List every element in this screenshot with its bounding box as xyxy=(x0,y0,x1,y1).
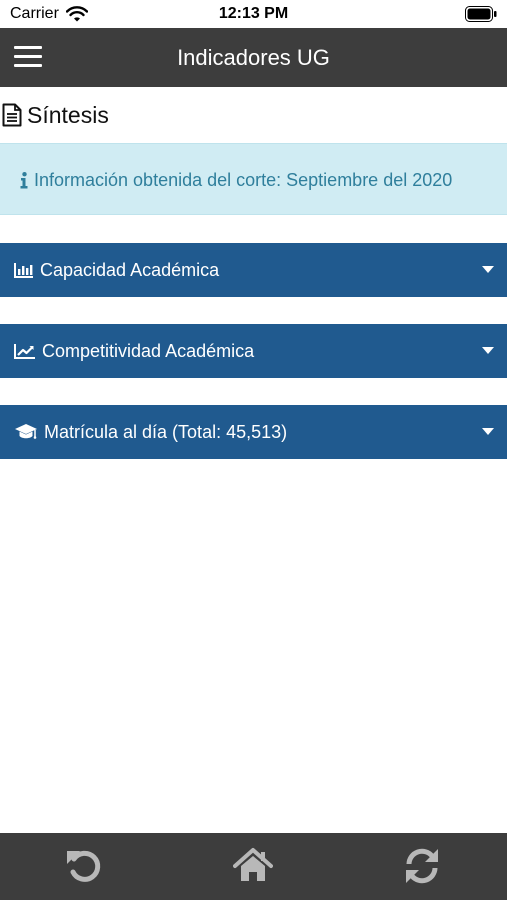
accordion-label: Capacidad Académica xyxy=(40,259,220,280)
refresh-icon[interactable] xyxy=(402,846,442,886)
status-bar: Carrier 12:13 PM xyxy=(0,0,507,28)
accordion-capacidad-academica[interactable]: Capacidad Académica xyxy=(0,243,507,297)
bottom-toolbar xyxy=(0,833,507,900)
page-title: Indicadores UG xyxy=(177,45,330,70)
accordion-competitividad-academica[interactable]: Competitividad Académica xyxy=(0,324,507,378)
info-icon xyxy=(20,172,28,189)
section-title: Síntesis xyxy=(2,101,109,129)
undo-icon[interactable] xyxy=(65,846,105,886)
home-icon[interactable] xyxy=(233,846,273,886)
chevron-down-icon xyxy=(482,428,494,435)
nav-bar: Indicadores UG xyxy=(0,28,507,87)
battery-icon xyxy=(465,6,497,22)
line-chart-icon xyxy=(14,344,35,359)
document-icon xyxy=(2,103,22,127)
chevron-down-icon xyxy=(482,347,494,354)
section-title-label: Síntesis xyxy=(27,101,109,128)
chevron-down-icon xyxy=(482,266,494,273)
status-time: 12:13 PM xyxy=(218,5,289,22)
info-alert: Información obtenida del corte: Septiemb… xyxy=(0,143,507,215)
accordion-label: Competitividad Académica xyxy=(42,340,255,361)
graduation-cap-icon xyxy=(15,424,37,439)
info-alert-text: Información obtenida del corte: Septiemb… xyxy=(34,170,453,190)
bar-chart-icon xyxy=(14,263,33,278)
accordion-matricula[interactable]: Matrícula al día (Total: 45,513) xyxy=(0,405,507,459)
accordion-label: Matrícula al día (Total: 45,513) xyxy=(44,421,288,442)
